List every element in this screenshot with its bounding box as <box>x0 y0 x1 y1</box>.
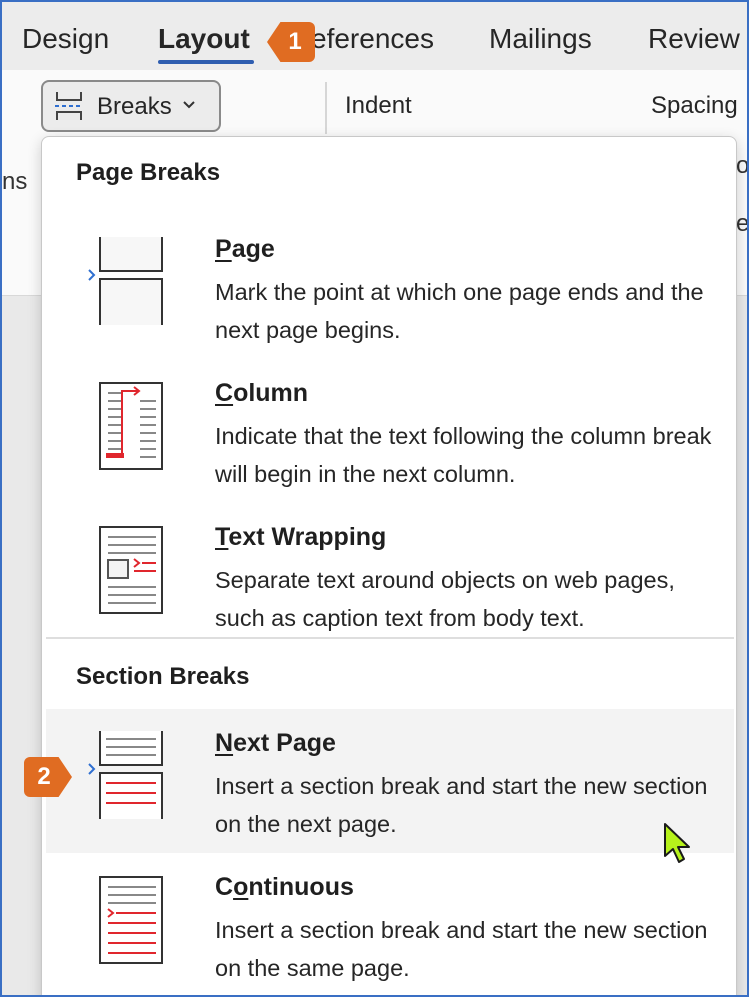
page-break-icon <box>88 237 163 325</box>
menu-item-description: Separate text around objects on web page… <box>215 567 675 631</box>
group-divider <box>0 90 2 160</box>
tab-layout[interactable]: Layout <box>158 22 250 56</box>
menu-item-title: Page <box>215 235 275 263</box>
tab-references[interactable]: eferences <box>311 22 434 56</box>
column-break-icon <box>99 382 163 470</box>
menu-item-description: Mark the point at which one page ends an… <box>215 279 704 343</box>
section-breaks-heading: Section Breaks <box>76 663 250 690</box>
menu-item-title: Text Wrapping <box>215 523 387 551</box>
ribbon-divider <box>325 82 327 134</box>
menu-item-page-break[interactable]: Page Mark the point at which one page en… <box>46 215 734 359</box>
next-page-section-icon <box>88 731 163 819</box>
clipped-ribbon-text: e <box>736 210 749 237</box>
indent-label: Indent <box>345 92 412 119</box>
breaks-icon <box>55 92 83 120</box>
menu-item-title: Continuous <box>215 873 354 901</box>
breaks-dropdown-menu: Page Breaks Page Mark the point at which… <box>41 136 737 997</box>
menu-item-column-break[interactable]: Column Indicate that the text following … <box>46 359 734 503</box>
tab-review[interactable]: Review <box>648 22 740 56</box>
continuous-section-icon <box>99 876 163 964</box>
clipped-ribbon-label: ns <box>2 168 28 195</box>
active-tab-indicator <box>158 60 254 64</box>
menu-item-title: Column <box>215 379 309 407</box>
tab-mailings[interactable]: Mailings <box>489 22 592 56</box>
tab-design[interactable]: Design <box>22 22 109 56</box>
menu-item-description: Indicate that the text following the col… <box>215 423 712 487</box>
menu-item-description: Insert a section break and start the new… <box>215 773 708 837</box>
mouse-cursor-icon <box>664 823 690 863</box>
breaks-button[interactable]: Breaks <box>41 80 221 132</box>
clipped-ribbon-text: o <box>736 152 749 179</box>
ribbon-tab-bar: Design Layout eferences Mailings Review <box>0 0 749 70</box>
menu-item-continuous[interactable]: Continuous Insert a section break and st… <box>46 853 734 997</box>
chevron-down-icon <box>183 101 195 109</box>
text-wrapping-icon <box>99 526 163 614</box>
menu-item-text-wrapping[interactable]: Text Wrapping Separate text around objec… <box>46 503 734 647</box>
page-breaks-heading: Page Breaks <box>76 159 221 186</box>
spacing-label: Spacing <box>651 92 738 119</box>
menu-item-description: Insert a section break and start the new… <box>215 917 708 981</box>
menu-divider <box>46 637 734 639</box>
breaks-label: Breaks <box>97 93 172 120</box>
menu-item-title: Next Page <box>215 729 336 757</box>
menu-item-next-page[interactable]: Next Page Insert a section break and sta… <box>46 709 734 853</box>
